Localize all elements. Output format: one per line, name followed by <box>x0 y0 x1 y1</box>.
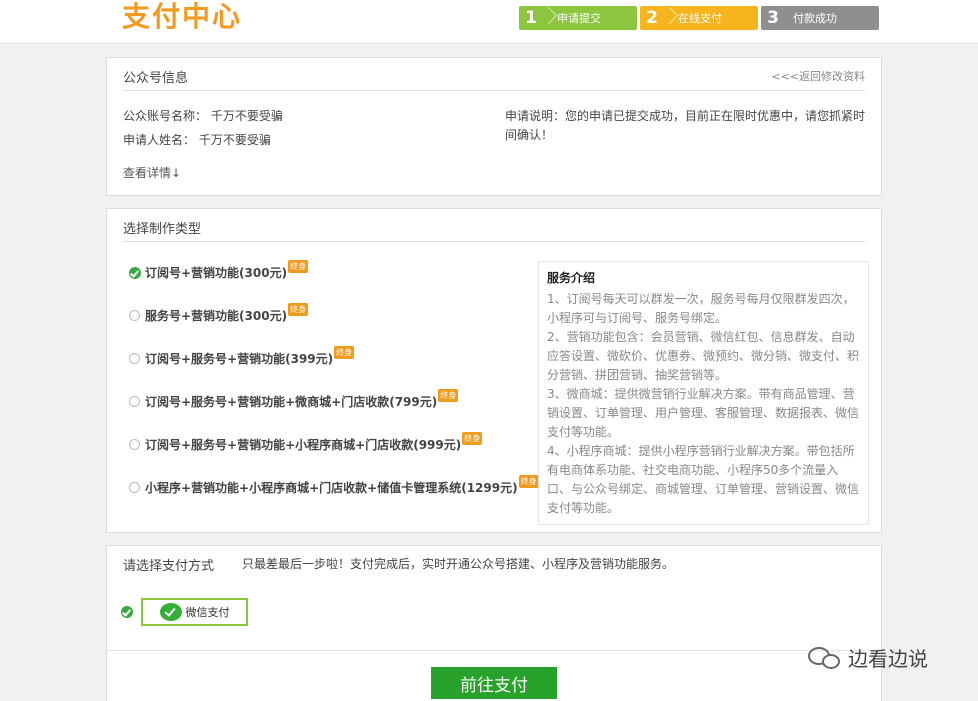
application-note: 申请说明：您的申请已提交成功，目前正在限时优惠中，请您抓紧时间确认！ <box>505 109 866 142</box>
payment-note: 只最差最后一步啦！支付完成后，实时开通公众号搭建、小程序及营销功能服务。 <box>242 557 675 571</box>
step-3: 3 付款成功 <box>761 6 879 30</box>
lifetime-badge: 终身 <box>288 303 309 316</box>
service-item: 4、小程序商城：提供小程序营销行业解决方案。带包括所有电商体系功能、社交电商功能… <box>547 444 860 515</box>
go-pay-button[interactable]: 前往支付 <box>431 667 557 699</box>
option-service-marketing[interactable]: 服务号+营销功能(300元) 终身 <box>129 303 309 324</box>
option-label: 订阅号+营销功能(300元) <box>145 266 288 280</box>
step-number: 2 <box>646 8 658 28</box>
radio-button[interactable] <box>129 439 140 450</box>
option-label: 订阅号+服务号+营销功能+微商城+门店收款(799元) <box>145 395 438 409</box>
chevron-right-icon <box>662 6 672 30</box>
option-label: 服务号+营销功能(300元) <box>145 309 288 323</box>
lifetime-badge: 终身 <box>438 389 459 402</box>
option-subscription-marketing[interactable]: 订阅号+营销功能(300元) 终身 <box>129 260 309 281</box>
lifetime-badge: 终身 <box>518 475 539 488</box>
radio-button[interactable] <box>129 353 140 364</box>
top-bar: 支付中心 1 申请提交 2 在线支付 3 付款成功 <box>0 0 978 44</box>
radio-button[interactable] <box>129 396 140 407</box>
service-title: 服务介绍 <box>547 271 596 285</box>
divider <box>123 90 865 91</box>
back-edit-link[interactable]: <<<返回修改资料 <box>771 68 865 84</box>
radio-button[interactable] <box>129 310 140 321</box>
lifetime-badge: 终身 <box>462 432 483 445</box>
check-circle-icon <box>121 606 133 618</box>
account-info-panel: 公众号信息 <<<返回修改资料 公众账号名称： 千万不要受骗 申请人姓名： 千万… <box>106 57 882 196</box>
service-intro-box: 服务介绍 1、订阅号每天可以群发一次，服务号每月仅限群发四次，小程序可与订阅号、… <box>538 261 869 525</box>
chat-bubbles-icon <box>808 645 842 671</box>
step-label: 申请提交 <box>557 12 601 25</box>
panel-title: 公众号信息 <box>123 71 189 86</box>
watermark: 边看边说 <box>808 643 928 672</box>
step-1: 1 申请提交 <box>519 6 637 30</box>
check-circle-icon <box>129 266 141 279</box>
chevron-right-icon <box>541 6 551 30</box>
lifetime-badge: 终身 <box>288 260 309 273</box>
step-label: 付款成功 <box>793 12 837 25</box>
option-mini-program-mall[interactable]: 订阅号+服务号+营销功能+小程序商城+门店收款(999元) 终身 <box>129 432 483 453</box>
step-2: 2 在线支付 <box>640 6 758 30</box>
account-name: 公众账号名称： 千万不要受骗 <box>123 109 283 123</box>
lifetime-badge: 终身 <box>334 346 355 359</box>
step-number: 1 <box>525 8 537 28</box>
step-number: 3 <box>767 8 779 28</box>
option-label: 订阅号+服务号+营销功能(399元) <box>145 352 334 366</box>
watermark-text: 边看边说 <box>848 647 928 671</box>
wechat-pay-option[interactable]: 微信支付 <box>121 598 248 626</box>
panel-title: 选择制作类型 <box>123 222 202 237</box>
option-label: 小程序+营销功能+小程序商城+门店收款+储值卡管理系统(1299元) <box>145 481 518 495</box>
logo: 支付中心 <box>122 0 243 33</box>
wechat-pay-button[interactable]: 微信支付 <box>141 598 248 626</box>
view-details-link[interactable]: 查看详情↓ <box>123 164 181 181</box>
wechat-pay-label: 微信支付 <box>185 606 230 619</box>
progress-steps: 1 申请提交 2 在线支付 3 付款成功 <box>519 6 879 30</box>
service-item: 3、微商城：提供微营销行业解决方案。带有商品管理、营销设置、订单管理、用户管理、… <box>547 387 860 439</box>
service-item: 1、订阅号每天可以群发一次，服务号每月仅限群发四次，小程序可与订阅号、服务号绑定… <box>547 292 855 325</box>
payment-panel: 请选择支付方式 只最差最后一步啦！支付完成后，实时开通公众号搭建、小程序及营销功… <box>106 545 882 701</box>
type-select-panel: 选择制作类型 订阅号+营销功能(300元) 终身 服务号+营销功能(300元) … <box>106 208 882 533</box>
service-item: 2、营销功能包含：会员营销、微信红包、信息群发、自动应答设置、微砍价、优惠券、微… <box>547 330 860 382</box>
divider <box>123 241 865 242</box>
step-label: 在线支付 <box>678 12 722 25</box>
wechat-icon <box>159 603 182 621</box>
divider <box>107 650 881 651</box>
option-sub-service-marketing[interactable]: 订阅号+服务号+营销功能(399元) 终身 <box>129 346 355 367</box>
option-stored-value-system[interactable]: 小程序+营销功能+小程序商城+门店收款+储值卡管理系统(1299元) 终身 <box>129 475 539 496</box>
radio-button[interactable] <box>129 482 140 493</box>
option-label: 订阅号+服务号+营销功能+小程序商城+门店收款(999元) <box>145 438 462 452</box>
panel-title: 请选择支付方式 <box>123 559 215 574</box>
option-micro-mall[interactable]: 订阅号+服务号+营销功能+微商城+门店收款(799元) 终身 <box>129 389 459 410</box>
applicant-name: 申请人姓名： 千万不要受骗 <box>123 133 271 147</box>
